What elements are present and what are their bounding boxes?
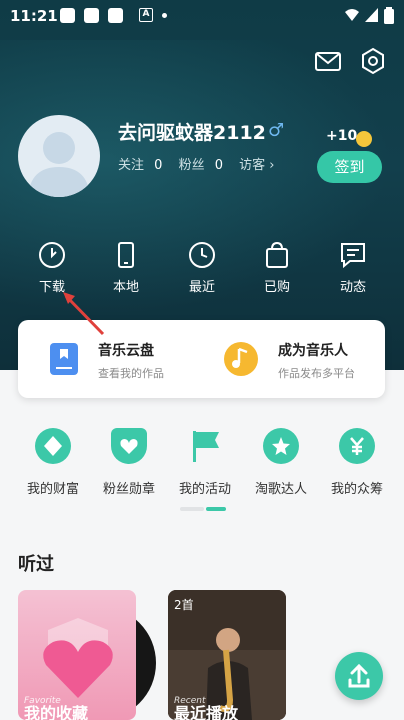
- notification-icon: [60, 8, 75, 23]
- follow-link[interactable]: 关注 0: [118, 158, 168, 173]
- quick-action-label: 已购: [263, 280, 290, 295]
- musician-title: 成为音乐人: [278, 343, 348, 359]
- diamond-icon: [35, 428, 71, 464]
- feature-activity[interactable]: 我的活动: [168, 428, 242, 497]
- clock-icon: [189, 242, 215, 268]
- notification-icon: [108, 8, 123, 23]
- feature-song-expert[interactable]: 淘歌达人: [244, 428, 318, 497]
- playlist-count: 2首: [174, 598, 194, 612]
- a-badge-icon: A: [139, 8, 153, 22]
- quick-action-label: 最近: [188, 280, 215, 295]
- feature-label: 粉丝勋章: [102, 482, 155, 497]
- download-icon: [39, 242, 65, 268]
- avatar[interactable]: [18, 115, 100, 197]
- feature-label: 我的财富: [26, 482, 79, 497]
- phone-icon: [118, 242, 134, 268]
- visitors-link[interactable]: 访客 ›: [239, 158, 274, 173]
- quick-action-local[interactable]: 本地: [96, 240, 156, 295]
- feature-label: 我的众筹: [330, 482, 383, 497]
- quick-action-label: 动态: [339, 280, 366, 295]
- quick-action-label: 下载: [38, 280, 65, 295]
- bag-icon: [266, 241, 288, 268]
- feature-label: 淘歌达人: [254, 482, 307, 497]
- profile-stats: 关注 0 粉丝 0 访客 ›: [118, 154, 281, 173]
- cloud-disk-icon: [50, 343, 78, 375]
- status-bar: 11:21 A: [0, 0, 404, 32]
- male-gender-icon: ♂: [268, 120, 285, 141]
- cloud-disk-entry[interactable]: 音乐云盘 查看我的作品: [18, 320, 198, 398]
- message-icon: [341, 243, 365, 269]
- wifi-icon: [345, 9, 359, 21]
- fans-link[interactable]: 粉丝 0: [179, 158, 229, 173]
- signin-button[interactable]: 签到: [317, 151, 382, 183]
- feature-fan-badge[interactable]: 粉丝勋章: [92, 428, 166, 497]
- dot-icon: [162, 13, 167, 18]
- username[interactable]: 去问驱蚊器2112: [118, 118, 266, 145]
- favorite-playlist-card[interactable]: Favorite 我的收藏: [18, 590, 136, 720]
- quick-action-download[interactable]: 下载: [22, 240, 82, 295]
- quick-action-purchased[interactable]: 已购: [247, 240, 307, 295]
- upload-icon: [348, 663, 370, 688]
- yuan-icon: [339, 428, 375, 464]
- recent-playlist-card[interactable]: 2首 Recent 最近播放: [168, 590, 286, 720]
- feature-label: 我的活动: [178, 482, 231, 497]
- quick-action-recent[interactable]: 最近: [172, 240, 232, 295]
- feature-row: 我的财富 粉丝勋章 我的活动 淘歌达人 我的众筹: [0, 420, 404, 520]
- music-note-icon: [224, 342, 258, 376]
- battery-icon: [384, 7, 394, 24]
- playlist-name: 最近播放: [174, 704, 239, 720]
- history-title: 听过: [18, 554, 54, 575]
- creator-card: 音乐云盘 查看我的作品 成为音乐人 作品发布多平台: [18, 320, 385, 398]
- quick-action-label: 本地: [112, 280, 139, 295]
- become-musician-entry[interactable]: 成为音乐人 作品发布多平台: [203, 320, 385, 398]
- notification-icon: [84, 8, 99, 23]
- mail-icon[interactable]: [313, 46, 343, 76]
- cloud-disk-subtitle: 查看我的作品: [98, 367, 164, 380]
- heart-icon: [43, 618, 113, 698]
- gear-icon[interactable]: [358, 46, 388, 76]
- star-icon: [263, 428, 299, 464]
- coin-icon: [356, 131, 372, 147]
- feature-crowdfunding[interactable]: 我的众筹: [320, 428, 394, 497]
- signal-icon: [365, 8, 378, 22]
- heart-badge-icon: [111, 428, 147, 464]
- musician-subtitle: 作品发布多平台: [278, 367, 355, 380]
- avatar-silhouette-icon: [28, 132, 90, 197]
- quick-action-feed[interactable]: 动态: [323, 240, 383, 295]
- upload-button[interactable]: [335, 652, 383, 700]
- flag-icon: [187, 428, 223, 464]
- playlist-name: 我的收藏: [24, 704, 89, 720]
- page-indicator-active: [206, 507, 226, 511]
- page-indicator-inactive: [180, 507, 204, 511]
- cloud-disk-title: 音乐云盘: [98, 343, 154, 359]
- coin-reward: +10: [326, 128, 358, 144]
- status-time: 11:21: [10, 7, 58, 25]
- feature-wealth[interactable]: 我的财富: [16, 428, 90, 497]
